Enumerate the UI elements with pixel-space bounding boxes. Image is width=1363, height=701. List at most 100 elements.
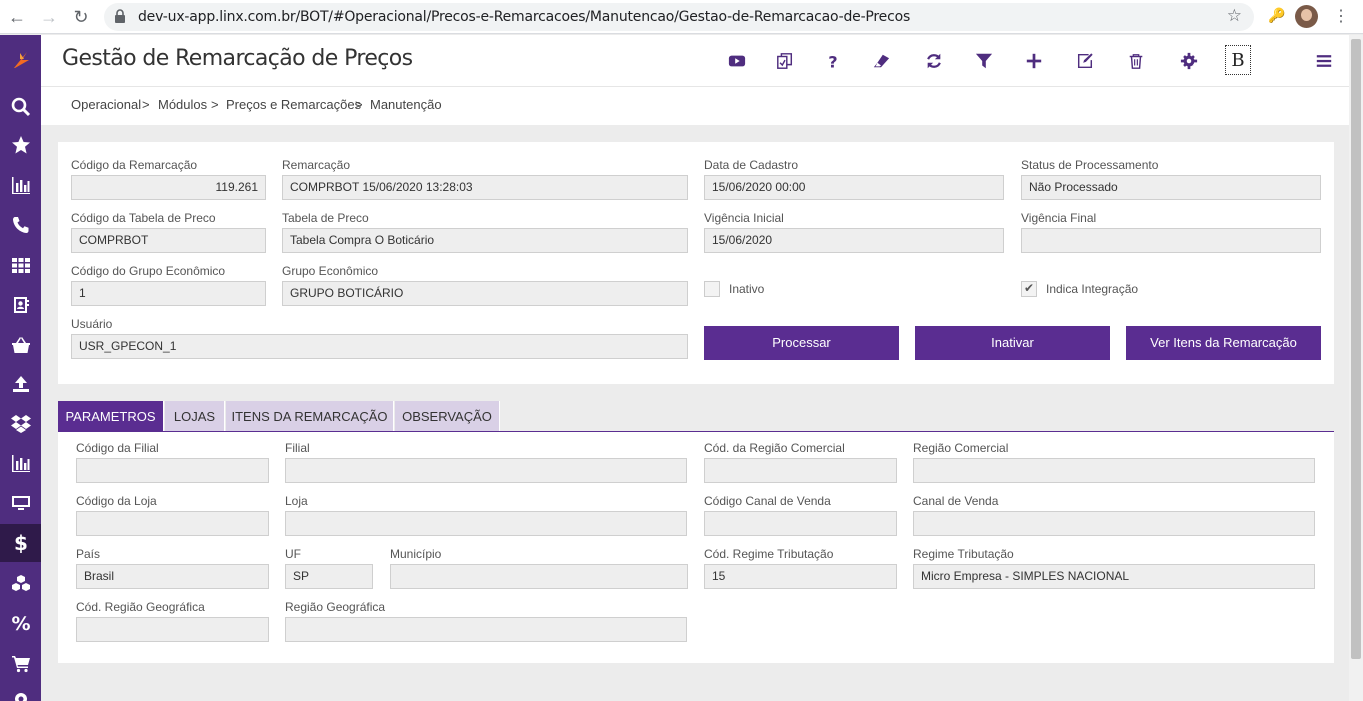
breadcrumb-item-modulos[interactable]: Módulos (158, 97, 207, 112)
codigo-tabela-preco-field[interactable]: COMPRBOT (71, 228, 266, 253)
profile-avatar[interactable] (1295, 5, 1318, 28)
scrollbar-thumb[interactable] (1351, 39, 1361, 659)
page-title: Gestão de Remarcação de Preços (62, 46, 413, 71)
browser-menu-icon[interactable]: ⋮ (1333, 6, 1349, 26)
lock-icon (115, 9, 125, 23)
breadcrumb-separator: > (142, 97, 150, 112)
bookmark-star-icon[interactable]: ☆ (1227, 6, 1242, 26)
cart-icon[interactable] (0, 644, 41, 682)
cod-regiao-comercial-field[interactable] (704, 458, 897, 483)
remarcacao-field[interactable]: COMPRBOT 15/06/2020 13:28:03 (282, 175, 688, 200)
inativo-label: Inativo (729, 282, 765, 296)
b-logo-label: B (1231, 49, 1245, 71)
loja-field[interactable] (285, 511, 687, 536)
vigencia-final-field[interactable] (1021, 228, 1321, 253)
filial-field[interactable] (285, 458, 687, 483)
help-icon[interactable]: ? (821, 49, 845, 73)
codigo-loja-field[interactable] (76, 511, 269, 536)
cod-regiao-geografica-field[interactable] (76, 617, 269, 642)
tab-lojas[interactable]: LOJAS (165, 401, 225, 432)
back-arrow-icon[interactable]: ← (6, 6, 28, 28)
grupo-economico-field[interactable]: GRUPO BOTICÁRIO (282, 281, 688, 306)
codigo-grupo-economico-field[interactable]: 1 (71, 281, 266, 306)
percent-icon[interactable]: % (0, 604, 41, 642)
remarcacao-label: Remarcação (282, 158, 351, 172)
contacts-icon[interactable] (0, 286, 41, 324)
b-logo-button[interactable]: B (1225, 45, 1251, 75)
dropbox-icon[interactable] (0, 404, 41, 442)
sidebar: $ % (0, 35, 41, 701)
regiao-comercial-field[interactable] (913, 458, 1315, 483)
codigo-grupo-economico-label: Código do Grupo Econômico (71, 264, 226, 278)
canal-venda-label: Canal de Venda (913, 494, 999, 508)
forward-arrow-icon[interactable]: → (38, 6, 60, 28)
municipio-field[interactable] (390, 564, 688, 589)
codigo-remarcacao-field[interactable]: 119.261 (71, 175, 266, 200)
loja-label: Loja (285, 494, 308, 508)
linx-logo-icon[interactable] (0, 41, 41, 79)
inativar-button[interactable]: Inativar (915, 326, 1110, 360)
regiao-geografica-field[interactable] (285, 617, 687, 642)
dollar-icon[interactable]: $ (0, 524, 41, 562)
tab-observacao[interactable]: OBSERVAÇÃO (395, 401, 500, 432)
search-icon[interactable] (0, 88, 41, 126)
bar-chart-icon[interactable] (0, 166, 41, 204)
breadcrumb-item-manutencao[interactable]: Manutenção (370, 97, 442, 112)
video-icon[interactable] (725, 49, 749, 73)
hamburger-menu-icon[interactable] (1312, 49, 1336, 73)
filter-icon[interactable] (972, 49, 996, 73)
settings-icon[interactable] (0, 680, 41, 701)
grupo-economico-label: Grupo Econômico (282, 264, 379, 278)
key-icon[interactable]: 🔑 (1268, 7, 1285, 24)
processar-button[interactable]: Processar (704, 326, 899, 360)
eraser-icon[interactable] (869, 49, 893, 73)
inativo-checkbox[interactable] (704, 281, 720, 297)
pais-field[interactable]: Brasil (76, 564, 269, 589)
codigo-filial-field[interactable] (76, 458, 269, 483)
indica-integracao-label: Indica Integração (1046, 282, 1139, 296)
tabela-preco-label: Tabela de Preco (282, 211, 369, 225)
url-text: dev-ux-app.linx.com.br/BOT/#Operacional/… (138, 9, 911, 25)
breadcrumb-separator: > (211, 97, 219, 112)
tab-itens-remarcacao[interactable]: ITENS DA REMARCAÇÃO (226, 401, 394, 432)
address-bar[interactable]: dev-ux-app.linx.com.br/BOT/#Operacional/… (104, 3, 1254, 31)
svg-text:$: $ (14, 533, 28, 553)
codigo-filial-label: Código da Filial (76, 441, 159, 455)
trash-icon[interactable] (1124, 49, 1148, 73)
phone-icon[interactable] (0, 206, 41, 244)
gear-icon[interactable] (1177, 49, 1201, 73)
status-processamento-label: Status de Processamento (1021, 158, 1159, 172)
uf-field[interactable]: SP (285, 564, 373, 589)
cubes-icon[interactable] (0, 565, 41, 603)
copy-icon[interactable] (773, 49, 797, 73)
indica-integracao-checkbox[interactable] (1021, 281, 1037, 297)
star-icon[interactable] (0, 126, 41, 164)
grid-icon[interactable] (0, 246, 41, 284)
cod-regime-tributacao-field[interactable]: 15 (704, 564, 897, 589)
refresh-icon[interactable] (922, 49, 946, 73)
reload-icon[interactable]: ↻ (70, 6, 92, 28)
breadcrumb-item-precos[interactable]: Preços e Remarcações (226, 97, 361, 112)
edit-icon[interactable] (1073, 49, 1097, 73)
regime-tributacao-field[interactable]: Micro Empresa - SIMPLES NACIONAL (913, 564, 1315, 589)
codigo-canal-venda-field[interactable] (704, 511, 897, 536)
vigencia-inicial-field[interactable]: 15/06/2020 (704, 228, 1004, 253)
breadcrumb-item-operacional[interactable]: Operacional (71, 97, 141, 112)
breadcrumb: Operacional > Módulos > Preços e Remarca… (41, 87, 1363, 125)
usuario-field[interactable]: USR_GPECON_1 (71, 334, 688, 359)
bar-chart-icon[interactable] (0, 444, 41, 482)
canal-venda-field[interactable] (913, 511, 1315, 536)
data-cadastro-label: Data de Cadastro (704, 158, 799, 172)
add-icon[interactable] (1022, 49, 1046, 73)
data-cadastro-field[interactable]: 15/06/2020 00:00 (704, 175, 1004, 200)
upload-icon[interactable] (0, 365, 41, 403)
status-processamento-field[interactable]: Não Processado (1021, 175, 1321, 200)
filial-label: Filial (285, 441, 310, 455)
tab-parametros[interactable]: PARAMETROS (58, 401, 164, 432)
page-scrollbar[interactable] (1349, 35, 1363, 701)
monitor-icon[interactable] (0, 484, 41, 522)
tabela-preco-field[interactable]: Tabela Compra O Boticário (282, 228, 688, 253)
basket-icon[interactable] (0, 326, 41, 364)
ver-itens-button[interactable]: Ver Itens da Remarcação (1126, 326, 1321, 360)
regime-tributacao-label: Regime Tributação (913, 547, 1014, 561)
